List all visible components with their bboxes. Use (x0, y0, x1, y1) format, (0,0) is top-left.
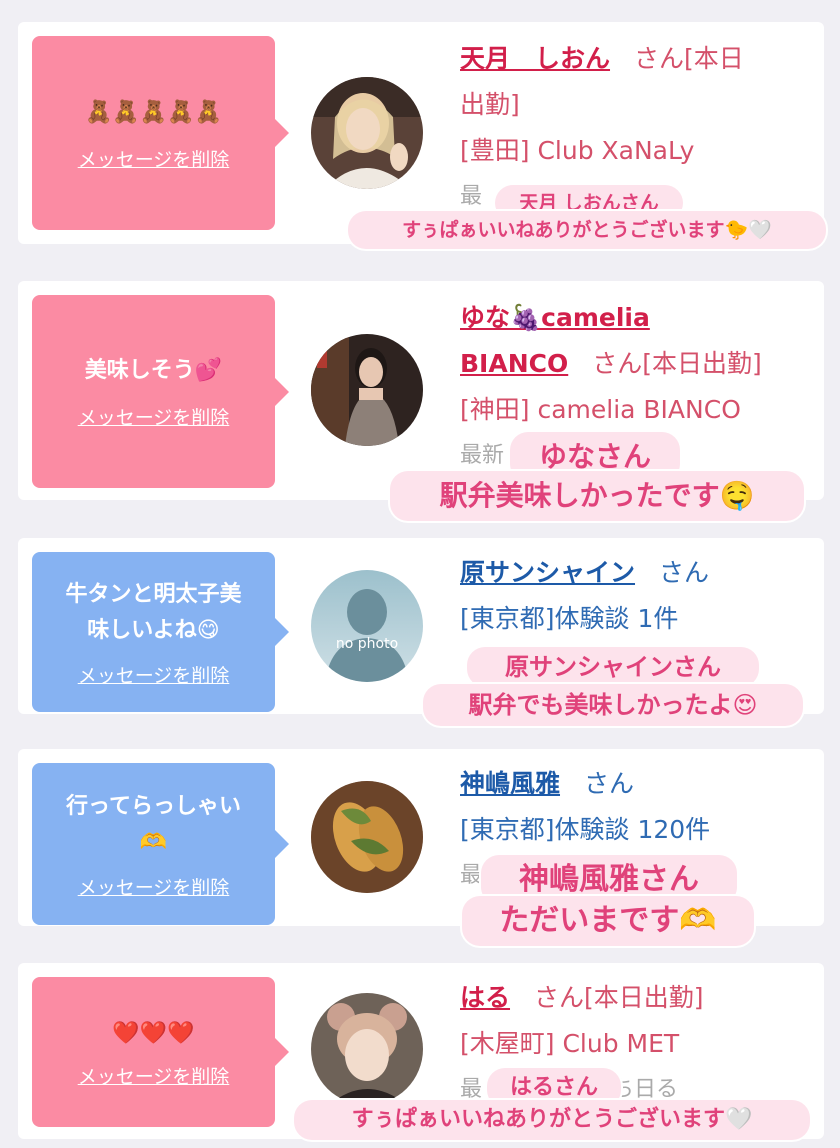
delete-message-link[interactable]: メッセージを削除 (78, 1062, 230, 1089)
message-bubble: 🧸🧸🧸🧸🧸 メッセージを削除 (32, 36, 289, 230)
user-name-link[interactable]: 原サンシャイン (460, 558, 635, 587)
caption-overlay: 駅弁でも美味しかったよ😍 (423, 684, 803, 726)
last-login: 最新 (460, 443, 505, 468)
delete-message-link[interactable]: メッセージを削除 (78, 403, 230, 430)
san-label: さん (659, 558, 710, 587)
caption-overlay: すぅぱぁいいねありがとうございます🐤🤍 (348, 211, 826, 249)
user-name-link[interactable]: はる (460, 983, 510, 1012)
caption-overlay: すぅぱぁいいねありがとうございます🤍 (294, 1100, 810, 1140)
caption-overlay: ただいまです🫶 (462, 896, 754, 946)
review-count: [東京都]体験談 1件 (460, 604, 679, 633)
message-bubble: ❤️❤️❤️ メッセージを削除 (32, 977, 289, 1127)
san-label: さん[本日出勤] (534, 983, 704, 1012)
message-text: 行ってらっしゃい (66, 793, 241, 819)
user-name-link[interactable]: 神嶋風雅 (460, 769, 560, 798)
avatar[interactable] (311, 77, 423, 189)
message-bubble: 牛タンと明太子美 味しいよね😋 メッセージを削除 (32, 552, 289, 712)
work-status: 出勤] (460, 90, 520, 119)
message-bubble: 行ってらっしゃい 🫶 メッセージを削除 (32, 763, 289, 925)
last-login: 最 (460, 1077, 483, 1102)
shop-info: [豊田] Club XaNaLy (460, 136, 695, 165)
review-count: [東京都]体験談 120件 (460, 815, 711, 844)
shop-info: [木屋町] Club MET (460, 1029, 680, 1058)
delete-message-link[interactable]: メッセージを削除 (78, 661, 230, 688)
user-name-link-2[interactable]: BIANCO (460, 349, 568, 378)
avatar[interactable]: no photo (311, 570, 423, 682)
message-card-2: 美味しそう💕 メッセージを削除 ゆな🍇camelia BIANCO さん[本日出勤… (18, 281, 824, 500)
avatar[interactable] (311, 993, 423, 1105)
message-text: 牛タンと明太子美 (65, 581, 242, 607)
caption-overlay: 原サンシャインさん (467, 647, 759, 687)
message-text-2: 味しいよね😋 (87, 617, 220, 643)
avatar[interactable] (311, 334, 423, 446)
message-text: 🧸🧸🧸🧸🧸 (85, 99, 222, 125)
delete-message-link[interactable]: メッセージを削除 (78, 873, 230, 900)
user-info: 原サンシャイン さん [東京都]体験談 1件 (460, 550, 812, 642)
shop-info: [神田] camelia BIANCO (460, 395, 741, 424)
message-bubble: 美味しそう💕 メッセージを削除 (32, 295, 289, 488)
no-photo-label: no photo (335, 636, 399, 652)
avatar[interactable] (311, 781, 423, 893)
delete-message-link[interactable]: メッセージを削除 (78, 145, 230, 172)
caption-overlay: 駅弁美味しかったです🤤 (390, 471, 804, 521)
user-name-link[interactable]: ゆな🍇camelia (460, 303, 650, 332)
message-text-2: 🫶 (139, 829, 168, 855)
san-label: さん (584, 769, 635, 798)
san-label: さん[本日出勤] (592, 349, 762, 378)
last-login-tail: ち日る (612, 1077, 679, 1102)
message-text: 美味しそう💕 (84, 358, 223, 383)
user-name-link[interactable]: 天月 しおん (460, 44, 610, 73)
message-text: ❤️❤️❤️ (112, 1020, 195, 1046)
san-label: さん[本日 (634, 44, 744, 73)
